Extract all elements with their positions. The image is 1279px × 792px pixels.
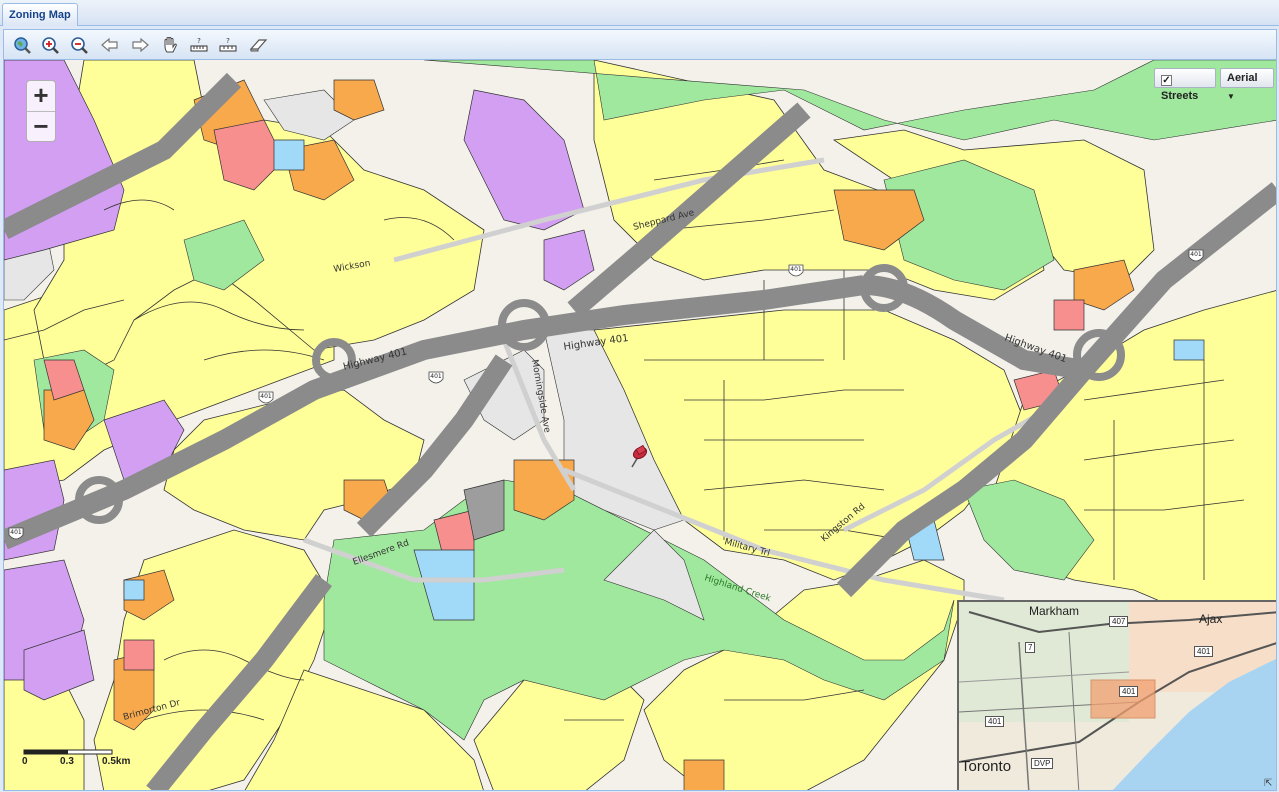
overview-shield: 407 bbox=[1109, 616, 1129, 627]
shield-label: 401 bbox=[430, 373, 442, 380]
shield-label: 401 bbox=[10, 529, 22, 536]
tab-zoning-map[interactable]: Zoning Map bbox=[2, 3, 78, 26]
eraser-icon[interactable] bbox=[248, 36, 268, 54]
streets-label: Streets bbox=[1161, 90, 1199, 102]
zoom-in-icon[interactable] bbox=[41, 36, 61, 54]
overview-shield: DVP bbox=[1031, 758, 1054, 769]
basemap-dropdown[interactable]: Aerial ▼ bbox=[1220, 68, 1274, 101]
measure-area-icon[interactable]: ? bbox=[189, 36, 209, 54]
streets-toggle[interactable]: ✓ Streets bbox=[1154, 68, 1216, 102]
basemap-label: Aerial bbox=[1227, 72, 1258, 84]
zoom-control: + − bbox=[26, 80, 56, 142]
zoom-in-button[interactable]: + bbox=[27, 81, 55, 111]
svg-text:?: ? bbox=[197, 37, 201, 45]
tab-bar: Zoning Map bbox=[0, 0, 1279, 26]
streets-checkbox[interactable]: ✓ bbox=[1161, 75, 1172, 86]
scale-label: 0.3 bbox=[60, 756, 74, 767]
scale-label: 0 bbox=[22, 756, 28, 767]
forward-arrow-icon[interactable] bbox=[130, 36, 150, 54]
zoom-out-icon[interactable] bbox=[70, 36, 90, 54]
scale-label: 0.5km bbox=[102, 756, 131, 767]
svg-text:?: ? bbox=[226, 37, 230, 45]
measure-distance-icon[interactable]: ? bbox=[218, 36, 238, 54]
pan-hand-icon[interactable] bbox=[160, 36, 180, 54]
layer-controls: ✓ Streets Aerial ▼ bbox=[1154, 68, 1274, 102]
shield-label: 401 bbox=[790, 266, 802, 273]
overview-shield: 401 bbox=[1194, 646, 1214, 657]
zoom-out-button[interactable]: − bbox=[27, 111, 55, 141]
back-arrow-icon[interactable] bbox=[100, 36, 120, 54]
resize-handle-icon[interactable]: ⇱ bbox=[1264, 778, 1276, 790]
overview-label: Ajax bbox=[1199, 612, 1223, 626]
chevron-down-icon: ▼ bbox=[1227, 92, 1235, 101]
overview-shield: 401 bbox=[985, 716, 1005, 727]
full-extent-icon[interactable] bbox=[12, 36, 32, 54]
overview-map[interactable]: Markham Ajax Toronto 407 7 401 401 401 D… bbox=[957, 600, 1276, 790]
zoning-map-canvas[interactable]: 401 401 401 401 401 Highway 401 Highway … bbox=[4, 60, 1276, 790]
overview-label: Toronto bbox=[961, 758, 1012, 775]
map-panel: ? ? 401 401 401 401 401 Highway 401 High… bbox=[3, 29, 1277, 791]
overview-shield: 401 bbox=[1119, 686, 1139, 697]
shield-label: 401 bbox=[260, 393, 272, 400]
scale-bar: 0 0.3 0.5km bbox=[22, 748, 142, 778]
overview-label: Markham bbox=[1029, 604, 1080, 618]
overview-shield: 7 bbox=[1025, 642, 1036, 653]
shield-label: 401 bbox=[1190, 251, 1202, 258]
map-toolbar: ? ? bbox=[4, 30, 1276, 60]
